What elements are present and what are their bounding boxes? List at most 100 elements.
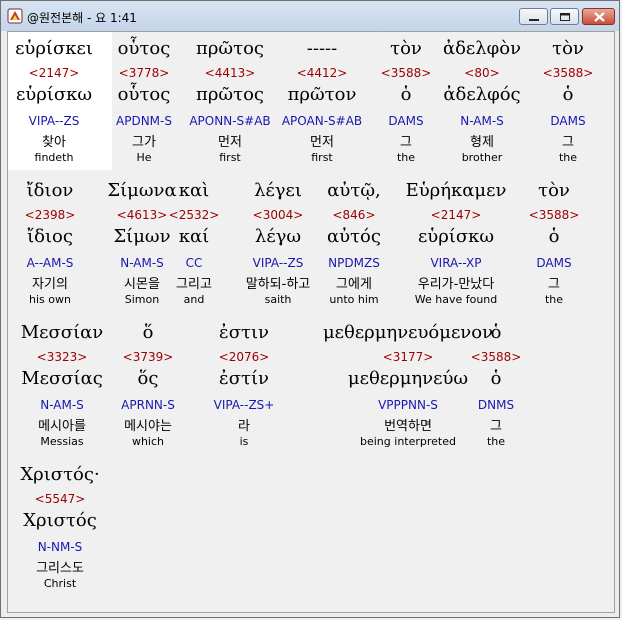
- english-gloss: and: [183, 293, 205, 306]
- minimize-button[interactable]: [519, 8, 548, 25]
- strong-number: <2398>: [24, 208, 76, 222]
- korean-gloss: 그: [400, 135, 412, 150]
- close-button[interactable]: [582, 8, 615, 25]
- korean-gloss: 라: [238, 419, 250, 434]
- strong-number: <846>: [332, 208, 376, 222]
- word-token[interactable]: τὸν <3588> ὁ DAMS 그 the: [380, 38, 432, 170]
- korean-gloss: 형제: [470, 135, 494, 150]
- parsing-code: APOAN-S#AB: [281, 114, 363, 128]
- lemma: ἐστίν: [219, 368, 269, 389]
- lemma: ὁ: [490, 368, 502, 389]
- strong-number: <3778>: [118, 66, 170, 80]
- parsing-code: DNMS: [477, 398, 515, 412]
- parsing-code: DAMS: [388, 114, 424, 128]
- korean-gloss: 먼저: [310, 135, 334, 150]
- greek-word: ἴδιον: [26, 180, 74, 201]
- lemma: ὁ: [548, 226, 560, 247]
- strong-number: <4412>: [296, 66, 348, 80]
- word-token[interactable]: ----- <4412> πρῶτον APOAN-S#AB 먼저 first: [274, 38, 370, 170]
- korean-gloss: 그: [562, 135, 574, 150]
- english-gloss: unto him: [329, 293, 379, 306]
- maximize-icon: [560, 13, 570, 21]
- parsing-code: VIRA--XP: [430, 256, 482, 270]
- lemma: ἴδιος: [27, 226, 73, 247]
- english-gloss: first: [311, 151, 333, 164]
- lemma: πρῶτος: [196, 84, 264, 105]
- lemma: πρῶτον: [287, 84, 357, 105]
- parsing-code: APONN-S#AB: [189, 114, 271, 128]
- korean-gloss: 그가: [132, 135, 156, 150]
- english-gloss: his own: [29, 293, 71, 306]
- english-gloss: is: [239, 435, 249, 448]
- word-token[interactable]: οὗτος <3778> οὗτος APDNM-S 그가 He: [104, 38, 184, 170]
- english-gloss: the: [558, 151, 578, 164]
- greek-word: τὸν: [552, 38, 584, 59]
- word-token[interactable]: αὐτῷ, <846> αὐτός NPDMZS 그에게 unto him: [310, 180, 398, 312]
- parsing-code: NPDMZS: [328, 256, 380, 270]
- parsing-code: N-AM-S: [460, 114, 504, 128]
- greek-word: τὸν: [538, 180, 570, 201]
- greek-word: ἐστιν: [219, 322, 269, 343]
- word-token[interactable]: πρῶτος <4413> πρῶτος APONN-S#AB 먼저 first: [185, 38, 275, 170]
- strong-number: <3588>: [470, 350, 522, 364]
- strong-number: <80>: [464, 66, 500, 80]
- korean-gloss: 메시아를: [38, 419, 86, 434]
- greek-word: αὐτῷ,: [327, 180, 381, 201]
- greek-word: εὑρίσκει: [15, 38, 93, 59]
- strong-number: <5547>: [34, 492, 86, 506]
- word-token[interactable]: τὸν <3588> ὁ DAMS 그 the: [542, 38, 594, 170]
- window-title: @원전본해 - 요 1:41: [27, 11, 137, 25]
- greek-word: πρῶτος: [196, 38, 264, 59]
- word-token[interactable]: τὸν <3588> ὁ DAMS 그 the: [528, 180, 580, 312]
- parsing-code: VIPA--ZS+: [213, 398, 275, 412]
- word-token[interactable]: Εὑρήκαμεν <2147> εὑρίσκω VIRA--XP 우리가-만났다 We …: [394, 180, 518, 312]
- app-window: @원전본해 - 요 1:41 εὑρίσκει <2147> εὑρίσκω VIPA…: [0, 0, 620, 618]
- strong-number: <3323>: [36, 350, 88, 364]
- english-gloss: first: [219, 151, 241, 164]
- english-gloss: He: [136, 151, 152, 164]
- strong-number: <4413>: [204, 66, 256, 80]
- greek-word: τὸν: [390, 38, 422, 59]
- maximize-button[interactable]: [550, 8, 579, 25]
- word-token[interactable]: ἀδελφὸν <80> ἀδελφός N-AM-S 형제 brother: [436, 38, 528, 170]
- lemma: Χριστός: [23, 510, 97, 531]
- strong-number: <2076>: [218, 350, 270, 364]
- korean-gloss: 그: [490, 419, 502, 434]
- word-token[interactable]: εὑρίσκει <2147> εὑρίσκω VIPA--ZS 찾아 findeth: [6, 38, 102, 170]
- english-gloss: the: [544, 293, 564, 306]
- english-gloss: Messias: [40, 435, 84, 448]
- korean-gloss: 먼저: [218, 135, 242, 150]
- parsing-code: APRNN-S: [121, 398, 175, 412]
- korean-gloss: 그: [548, 277, 560, 292]
- greek-word: ὁ: [490, 322, 502, 343]
- greek-word: Εὑρήκαμεν: [405, 180, 507, 201]
- korean-gloss: 그리고: [176, 277, 212, 292]
- greek-word: -----: [306, 38, 338, 59]
- word-token[interactable]: ὁ <3588> ὁ DNMS 그 the: [470, 322, 522, 454]
- word-token[interactable]: ἐστιν <2076> ἐστίν VIPA--ZS+ 라 is: [202, 322, 286, 454]
- strong-number: <2532>: [168, 208, 220, 222]
- parsing-code: DAMS: [536, 256, 572, 270]
- english-gloss: which: [131, 435, 165, 448]
- lemma: ὁ: [562, 84, 574, 105]
- strong-number: <3739>: [122, 350, 174, 364]
- word-token[interactable]: ὅ <3739> ὅς APRNN-S 메시야는 which: [108, 322, 188, 454]
- lemma: εὑρίσκω: [417, 226, 495, 247]
- korean-gloss: 그리스도: [36, 561, 84, 576]
- greek-word: Χριστός·: [20, 464, 100, 485]
- korean-gloss: 찾아: [42, 135, 66, 150]
- lemma: εὑρίσκω: [15, 84, 93, 105]
- lemma: καί: [178, 226, 210, 247]
- greek-word: ὅ: [142, 322, 154, 343]
- parsing-code: APDNM-S: [116, 114, 172, 128]
- word-token[interactable]: καὶ <2532> καί CC 그리고 and: [164, 180, 224, 312]
- korean-gloss: 자기의: [32, 277, 68, 292]
- title-bar[interactable]: @원전본해 - 요 1:41: [1, 1, 619, 31]
- interlinear-panel: εὑρίσκει <2147> εὑρίσκω VIPA--ZS 찾아 findeth οὗ…: [7, 31, 615, 613]
- word-token[interactable]: Μεσσίαν <3323> Μεσσίας N-AM-S 메시아를 Messias: [10, 322, 114, 454]
- app-logo-icon: [7, 8, 23, 24]
- word-token[interactable]: ἴδιον <2398> ἴδιος A--AM-S 자기의 his own: [8, 180, 92, 312]
- strong-number: <3588>: [528, 208, 580, 222]
- word-token[interactable]: Χριστός· <5547> Χριστός N-NM-S 그리스도 Christ: [12, 464, 108, 596]
- english-gloss: the: [396, 151, 416, 164]
